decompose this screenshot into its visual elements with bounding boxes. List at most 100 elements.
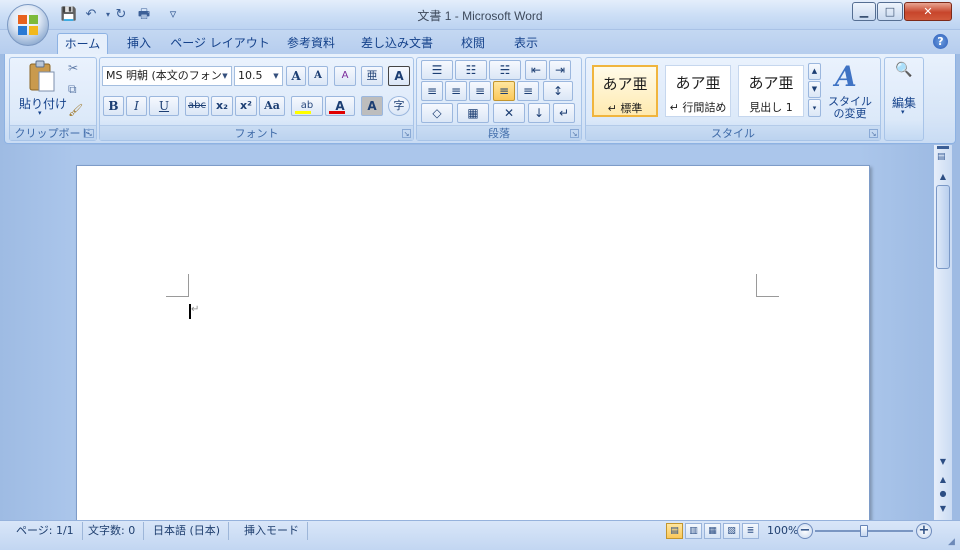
font-name-combo[interactable]: MS 明朝 (本文のフォン ▼ — [102, 66, 232, 86]
style-gallery-item-normal[interactable]: あア亜 ↵ 標準 — [592, 65, 658, 117]
shrink-font-button[interactable]: A — [308, 66, 328, 86]
zoom-slider-thumb[interactable] — [860, 525, 868, 537]
next-page-icon[interactable]: ▼ — [936, 502, 950, 515]
web-layout-view-icon[interactable]: ▦ — [704, 523, 721, 539]
styles-launcher-icon[interactable]: ↘ — [869, 129, 878, 138]
document-page[interactable] — [76, 165, 870, 525]
change-case-button[interactable]: Aa — [259, 96, 285, 116]
page-number-status[interactable]: ページ: 1/1 — [8, 522, 83, 540]
previous-page-icon[interactable]: ▲ — [936, 473, 950, 486]
tab-page-layout[interactable]: ページ レイアウト — [170, 33, 270, 54]
justify-button[interactable]: ≡ — [493, 81, 515, 101]
zoom-in-button[interactable]: + — [916, 523, 932, 539]
format-painter-icon[interactable]: 🖌 — [68, 103, 83, 117]
minimize-button[interactable]: ▁ — [852, 2, 876, 21]
find-icon[interactable]: 🔍 — [895, 62, 912, 78]
zoom-out-button[interactable]: − — [797, 523, 813, 539]
style-name: ↵ 標準 — [607, 102, 643, 115]
gallery-more-icon[interactable]: ▾ — [808, 99, 821, 117]
tab-mailings[interactable]: 差し込み文書 — [352, 33, 442, 54]
text-highlight-button[interactable]: ab — [291, 96, 323, 116]
draft-view-icon[interactable]: ≣ — [742, 523, 759, 539]
styles-group-label: スタイル — [586, 125, 880, 140]
tab-insert[interactable]: 挿入 — [116, 33, 162, 54]
paste-button-label[interactable]: 貼り付け — [19, 95, 67, 112]
chevron-down-icon[interactable]: ▼ — [219, 67, 231, 85]
underline-button[interactable]: U — [149, 96, 179, 116]
outline-view-icon[interactable]: ▧ — [723, 523, 740, 539]
increase-indent-button[interactable]: ⇥ — [549, 60, 571, 80]
print-layout-view-icon[interactable]: ▤ — [666, 523, 683, 539]
style-gallery-item-no-spacing[interactable]: あア亜 ↵ 行間詰め — [665, 65, 731, 117]
font-size-combo[interactable]: 10.5 ▼ — [234, 66, 283, 86]
ruler-toggle-icon[interactable]: ▤ — [937, 152, 946, 162]
zoom-level-label[interactable]: 100% — [767, 523, 798, 539]
enclose-characters-button[interactable]: 字 — [388, 96, 410, 116]
line-spacing-button[interactable]: ↕ — [543, 81, 573, 101]
align-center-button[interactable]: ≡ — [445, 81, 467, 101]
resize-grip-icon[interactable]: ◢ — [948, 537, 955, 547]
gallery-scroll-up-icon[interactable]: ▲ — [808, 63, 821, 80]
phonetic-guide-button[interactable]: 亜 — [361, 66, 383, 86]
change-styles-icon[interactable]: A — [835, 60, 857, 93]
clear-formatting-button[interactable]: A — [334, 66, 356, 86]
bullets-button[interactable]: ☰ — [421, 60, 453, 80]
tab-review[interactable]: 校閲 — [450, 33, 496, 54]
cut-icon[interactable]: ✂ — [68, 61, 78, 75]
show-marks-button[interactable]: ↵ — [553, 103, 575, 123]
asian-layout-button[interactable]: ✕ — [493, 103, 525, 123]
quick-print-icon[interactable]: 🖶 — [135, 7, 153, 23]
undo-icon[interactable]: ↶ — [82, 7, 100, 23]
character-shading-button[interactable]: A — [361, 96, 383, 116]
help-icon[interactable]: ? — [933, 34, 948, 49]
customize-quick-access-icon[interactable]: ▿ — [164, 7, 182, 23]
tab-view[interactable]: 表示 — [503, 33, 549, 54]
vertical-scrollbar-thumb[interactable] — [936, 185, 950, 269]
character-border-button[interactable]: A — [388, 66, 410, 86]
change-styles-label[interactable]: スタイルの変更 — [825, 96, 875, 120]
italic-button[interactable]: I — [126, 96, 147, 116]
strikethrough-button[interactable]: abc — [185, 96, 209, 116]
maximize-button[interactable]: □ — [877, 2, 903, 21]
decrease-indent-button[interactable]: ⇤ — [525, 60, 547, 80]
tab-home[interactable]: ホーム — [57, 33, 108, 54]
grow-font-button[interactable]: A — [286, 66, 306, 86]
split-handle[interactable] — [937, 146, 949, 149]
style-gallery-item-heading-1[interactable]: あア亜 見出し 1 — [738, 65, 804, 117]
font-color-button[interactable]: A — [325, 96, 355, 116]
word-count-status[interactable]: 文字数: 0 — [80, 522, 145, 540]
office-button[interactable] — [7, 4, 49, 46]
font-launcher-icon[interactable]: ↘ — [402, 129, 411, 138]
select-browse-object-icon[interactable]: ● — [936, 487, 950, 500]
gallery-scroll-down-icon[interactable]: ▼ — [808, 81, 821, 98]
shading-button[interactable]: ◇ — [421, 103, 453, 123]
paste-dropdown-icon[interactable]: ▾ — [38, 109, 42, 117]
bold-button[interactable]: B — [103, 96, 124, 116]
align-left-button[interactable]: ≡ — [421, 81, 443, 101]
full-screen-reading-view-icon[interactable]: ▥ — [685, 523, 702, 539]
paste-icon[interactable] — [27, 60, 57, 94]
numbering-button[interactable]: ☷ — [455, 60, 487, 80]
chevron-down-icon[interactable]: ▼ — [270, 67, 282, 85]
editing-dropdown-icon[interactable]: ▾ — [901, 108, 905, 116]
close-button[interactable]: ✕ — [904, 2, 952, 21]
subscript-button[interactable]: x₂ — [211, 96, 233, 116]
scroll-up-icon[interactable]: ▲ — [936, 170, 950, 183]
scroll-down-icon[interactable]: ▼ — [936, 455, 950, 468]
borders-button[interactable]: ▦ — [457, 103, 489, 123]
clipboard-launcher-icon[interactable]: ↘ — [85, 129, 94, 138]
copy-icon[interactable]: ⧉ — [68, 82, 77, 97]
multilevel-list-button[interactable]: ☵ — [489, 60, 521, 80]
window-frame-edge — [952, 145, 960, 520]
save-icon[interactable]: 💾 — [60, 7, 78, 23]
sort-button[interactable]: ↓ — [528, 103, 550, 123]
style-name: ↵ 行間詰め — [669, 101, 727, 114]
align-right-button[interactable]: ≡ — [469, 81, 491, 101]
superscript-button[interactable]: x² — [235, 96, 257, 116]
redo-icon[interactable]: ↻ — [112, 7, 130, 23]
language-status[interactable]: 日本語 (日本) — [145, 522, 230, 540]
tab-references[interactable]: 参考資料 — [278, 33, 344, 54]
insert-mode-status[interactable]: 挿入モード — [236, 522, 308, 540]
paragraph-launcher-icon[interactable]: ↘ — [570, 129, 579, 138]
distribute-button[interactable]: ≡ — [517, 81, 539, 101]
